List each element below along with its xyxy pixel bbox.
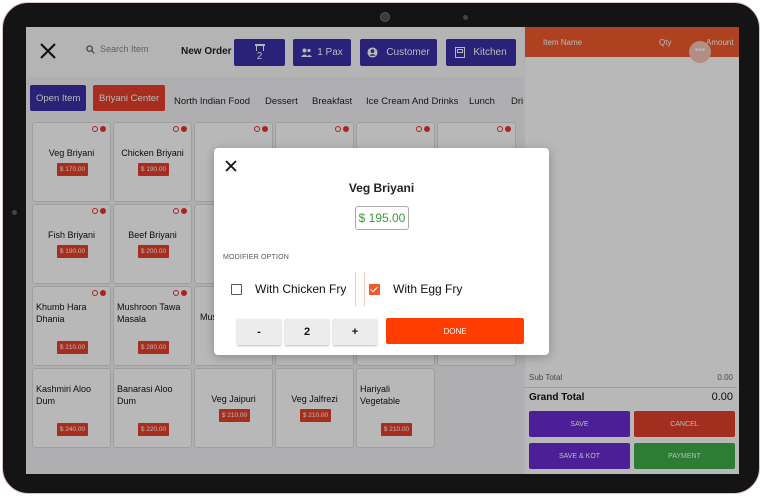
option-label: With Chicken Fry: [255, 282, 347, 296]
checkbox-unchecked-icon[interactable]: [231, 283, 242, 295]
decrement-button[interactable]: -: [237, 319, 281, 345]
camera-dot: [380, 12, 390, 22]
modifier-dialog: Veg Briyani $ 195.00 MODIFIER OPTION Wit…: [214, 148, 549, 355]
close-icon[interactable]: [225, 160, 237, 172]
increment-button[interactable]: +: [333, 319, 377, 345]
dialog-title: Veg Briyani: [348, 181, 415, 195]
app-screen: Search Item New Order 2 1 Pax Customer K…: [26, 27, 739, 474]
option-label: With Egg Fry: [393, 282, 463, 296]
modifier-option-label: MODIFIER OPTION: [223, 254, 289, 261]
sensor-dot: [463, 15, 468, 20]
option-chicken-fry[interactable]: With Chicken Fry: [231, 272, 356, 306]
checkbox-checked-icon[interactable]: [369, 283, 380, 295]
price-field[interactable]: $ 195.00: [355, 206, 409, 230]
done-button[interactable]: DONE: [386, 318, 524, 344]
option-egg-fry[interactable]: With Egg Fry: [364, 272, 471, 306]
quantity-field[interactable]: 2: [285, 319, 329, 345]
home-dot: [12, 210, 17, 215]
